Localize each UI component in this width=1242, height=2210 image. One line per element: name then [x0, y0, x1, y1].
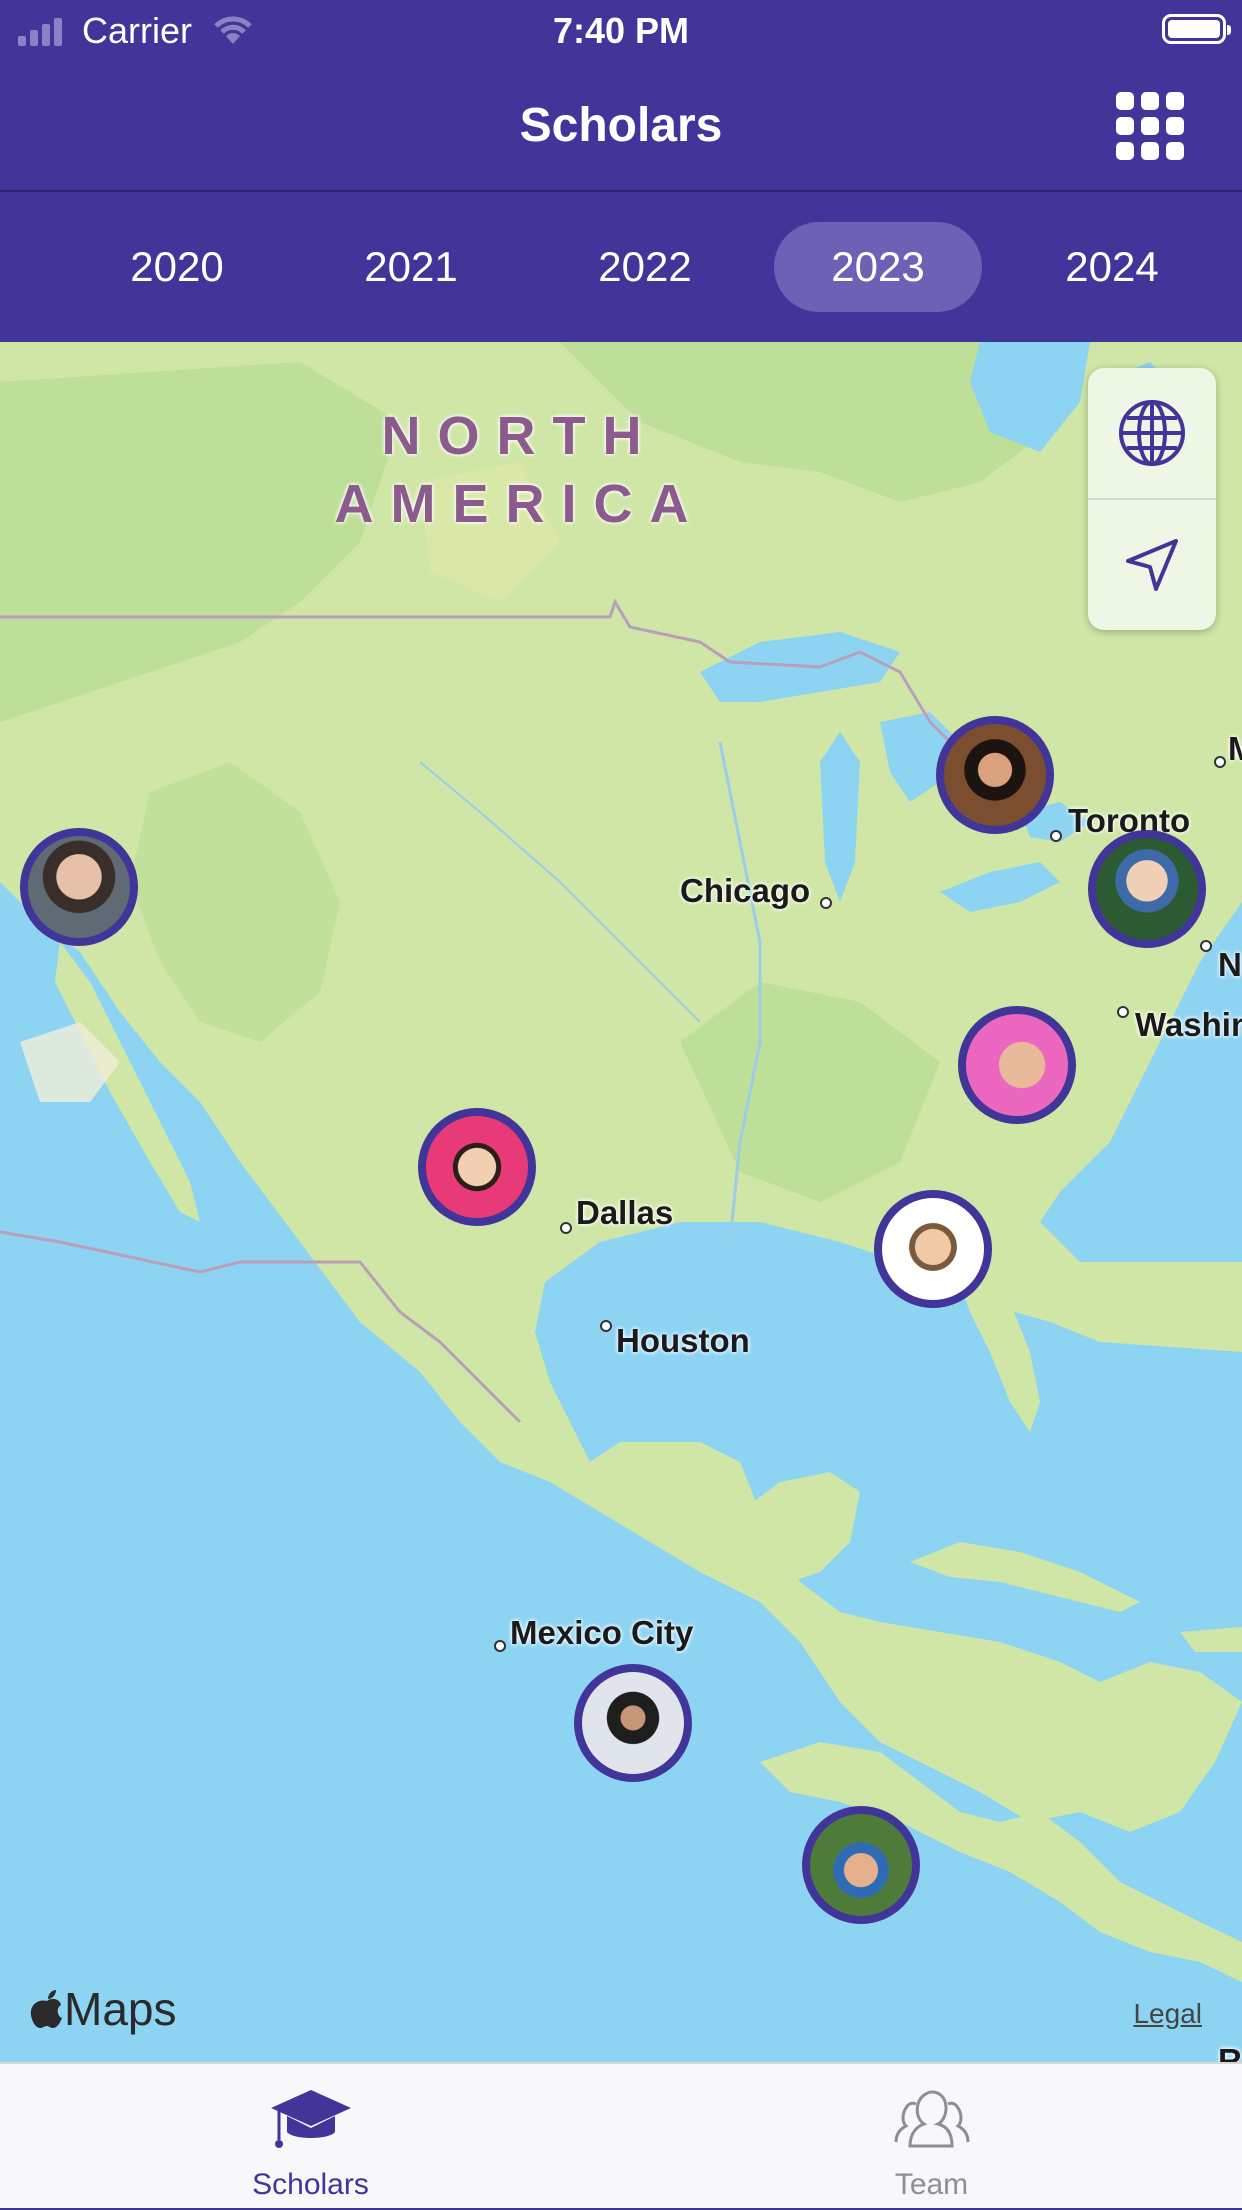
city-dot-dallas: [560, 1222, 572, 1234]
city-label-houston: Houston: [616, 1322, 750, 1359]
scholar-pin[interactable]: [936, 716, 1054, 834]
team-icon: [621, 2088, 1242, 2150]
scholar-pin[interactable]: [574, 1664, 692, 1782]
city-label-dallas: Dallas: [576, 1194, 674, 1231]
battery-icon: [1162, 14, 1231, 44]
city-dot-houston: [600, 1320, 612, 1332]
city-dot-edge-n: [1200, 940, 1212, 952]
scholar-pin[interactable]: [20, 828, 138, 946]
tab-team-label: Team: [894, 2168, 969, 2201]
tab-team[interactable]: Team: [621, 2064, 1242, 2210]
continent-label: NORTH AMERICA: [334, 406, 706, 534]
scholar-pin[interactable]: [1088, 830, 1206, 948]
location-arrow-icon[interactable]: [1088, 500, 1216, 630]
graduation-cap-icon: [0, 2088, 621, 2150]
apple-maps-logo: Maps: [30, 1982, 176, 2036]
tab-scholars[interactable]: Scholars: [0, 2064, 621, 2210]
status-bar: Carrier 7:40 PM: [0, 0, 1242, 62]
city-dot-edge-m: [1214, 756, 1226, 768]
scholar-pin[interactable]: [874, 1190, 992, 1308]
city-dot-mexico-city: [494, 1640, 506, 1652]
year-tab-2023[interactable]: 2023: [774, 222, 982, 312]
year-tab-2022[interactable]: 2022: [541, 222, 749, 312]
map-view[interactable]: NORTH AMERICA Toronto Chicago Washin Dal…: [0, 342, 1242, 2062]
city-dot-washington: [1117, 1006, 1129, 1018]
map-controls: [1088, 368, 1216, 630]
page-title: Scholars: [519, 99, 723, 152]
city-label-chicago: Chicago: [680, 872, 811, 909]
globe-icon[interactable]: [1088, 368, 1216, 498]
scholar-pin[interactable]: [958, 1006, 1076, 1124]
year-selector: 2020 2021 2022 2023 2024: [0, 192, 1242, 342]
tab-bar: Scholars Team: [0, 2062, 1242, 2208]
navigation-bar: Scholars: [0, 62, 1242, 192]
city-label-washington: Washin: [1135, 1006, 1242, 1043]
grid-icon[interactable]: [1116, 92, 1184, 160]
city-label-mexico-city: Mexico City: [510, 1614, 694, 1651]
city-label-edge-n: N: [1218, 946, 1242, 983]
year-tab-2024[interactable]: 2024: [1008, 222, 1216, 312]
status-time: 7:40 PM: [552, 10, 690, 51]
year-tab-2021[interactable]: 2021: [307, 222, 515, 312]
city-label-edge-r: R: [1218, 2042, 1242, 2062]
city-dot-chicago: [820, 897, 832, 909]
city-label-edge-m: M: [1228, 730, 1242, 767]
scholar-pin[interactable]: [418, 1108, 536, 1226]
apple-icon: [30, 1990, 62, 2028]
tab-scholars-label: Scholars: [252, 2168, 369, 2201]
maps-label: Maps: [64, 1983, 177, 2035]
legal-link[interactable]: Legal: [1133, 1998, 1202, 2030]
year-tab-2020[interactable]: 2020: [73, 222, 281, 312]
scholar-pin[interactable]: [802, 1806, 920, 1924]
city-dot-toronto: [1050, 830, 1062, 842]
